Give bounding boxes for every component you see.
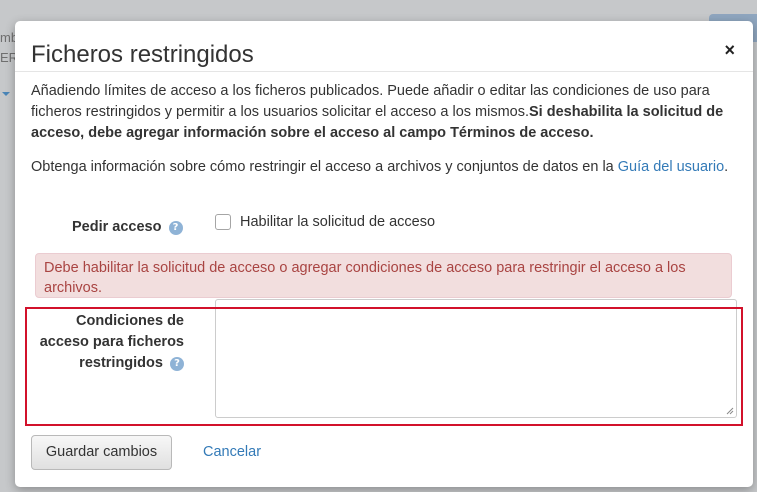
access-conditions-label: Condiciones de acceso para ficheros rest… xyxy=(29,311,184,374)
info-text: Obtenga información sobre cómo restringi… xyxy=(31,159,618,175)
restricted-files-dialog: Ficheros restringidos × Añadiendo límite… xyxy=(15,21,753,487)
user-guide-link[interactable]: Guía del usuario xyxy=(618,159,724,175)
help-icon[interactable]: ? xyxy=(168,221,183,235)
cancel-button[interactable]: Cancelar xyxy=(203,444,261,460)
info-paragraph: Obtenga información sobre cómo restringi… xyxy=(31,157,731,178)
info-end: . xyxy=(724,159,729,175)
help-icon[interactable]: ? xyxy=(170,357,184,371)
dialog-title: Ficheros restringidos xyxy=(31,41,254,68)
access-conditions-label-text: Condiciones de acceso para ficheros rest… xyxy=(39,313,184,371)
enable-request-label[interactable]: Habilitar la solicitud de acceso xyxy=(240,214,435,230)
close-icon[interactable]: × xyxy=(724,40,735,61)
save-changes-button[interactable]: Guardar cambios xyxy=(31,435,172,470)
enable-request-control[interactable]: Habilitar la solicitud de acceso xyxy=(215,214,435,230)
request-access-label-text: Pedir acceso xyxy=(72,219,162,235)
enable-request-checkbox[interactable] xyxy=(215,214,231,230)
error-alert: Debe habilitar la solicitud de acceso o … xyxy=(35,253,732,298)
intro-paragraph: Añadiendo límites de acceso a los ficher… xyxy=(31,81,731,144)
background-caret-icon xyxy=(2,92,10,96)
header-divider xyxy=(15,71,753,72)
request-access-label: Pedir acceso ? xyxy=(72,219,183,235)
